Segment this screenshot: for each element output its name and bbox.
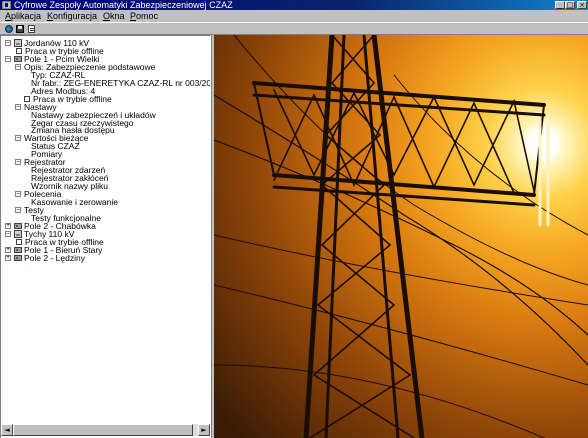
device-tree-panel: − Jordanów 110 kV Praca w trybie offline − P… <box>0 35 211 438</box>
collapse-icon[interactable]: − <box>5 40 11 46</box>
document-icon <box>28 25 35 33</box>
pole-icon <box>14 222 22 229</box>
scroll-right-button[interactable]: ► <box>198 424 210 436</box>
globe-icon <box>5 25 13 33</box>
tree-node-label: Kasowanie i zerowanie <box>31 197 118 207</box>
scroll-left-button[interactable]: ◄ <box>1 424 13 436</box>
menu-konfiguracja[interactable]: Konfiguracja <box>47 10 97 22</box>
title-bar[interactable]: Cyfrowe Zespoły Automatyki Zabezpieczeni… <box>0 0 588 10</box>
collapse-icon[interactable]: − <box>15 159 21 166</box>
device-tree[interactable]: − Jordanów 110 kV Praca w trybie offline − P… <box>1 36 210 424</box>
window-title: Cyfrowe Zespoły Automatyki Zabezpieczeni… <box>14 0 233 10</box>
collapse-icon[interactable]: − <box>15 135 21 142</box>
menu-aplikacja[interactable]: Aplikacja <box>5 10 41 22</box>
tree-node-label: Pole 2 - Lędziny <box>24 252 85 263</box>
pole-icon <box>14 246 22 253</box>
leaf-icon <box>24 95 30 102</box>
leaf-icon <box>16 238 22 245</box>
pole-icon <box>14 254 22 261</box>
menu-pomoc[interactable]: Pomoc <box>130 10 158 22</box>
save-button[interactable] <box>15 24 25 34</box>
collapse-icon[interactable]: − <box>15 191 21 198</box>
app-icon[interactable] <box>2 1 11 9</box>
collapse-icon[interactable]: − <box>15 103 21 110</box>
expand-icon[interactable]: + <box>5 254 11 261</box>
globe-button[interactable] <box>4 24 14 34</box>
expand-icon[interactable]: + <box>5 222 11 229</box>
pylon-sunset-image <box>214 35 588 438</box>
close-button[interactable]: × <box>577 1 587 9</box>
collapse-icon[interactable]: − <box>5 55 11 62</box>
collapse-icon[interactable]: − <box>15 206 21 213</box>
pylon-illustration <box>214 35 588 438</box>
menu-okna[interactable]: Okna <box>103 10 125 22</box>
save-icon <box>16 25 24 33</box>
collapse-icon[interactable]: − <box>15 63 21 70</box>
scroll-thumb[interactable] <box>13 424 193 436</box>
document-button[interactable] <box>26 24 36 34</box>
menu-bar: Aplikacja Konfiguracja Okna Pomoc <box>0 10 588 22</box>
expand-icon[interactable]: + <box>5 246 11 253</box>
station-icon <box>14 39 22 47</box>
maximize-button[interactable]: □ <box>565 1 575 9</box>
horizontal-scrollbar[interactable]: ◄ ► <box>1 424 210 436</box>
toolbar <box>0 22 588 35</box>
minimize-button[interactable]: _ <box>555 1 565 9</box>
app-window: Cyfrowe Zespoły Automatyki Zabezpieczeni… <box>0 0 588 438</box>
pole-icon <box>14 55 22 62</box>
leaf-icon <box>16 47 22 54</box>
collapse-icon[interactable]: − <box>5 230 11 237</box>
station-icon <box>14 229 22 238</box>
